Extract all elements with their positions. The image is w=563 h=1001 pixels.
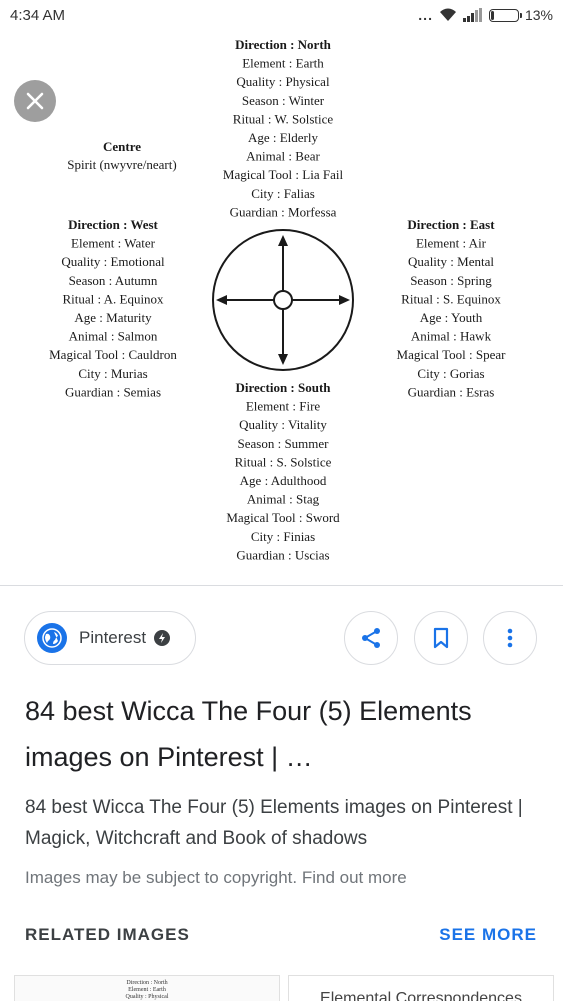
signal-icon (462, 8, 482, 22)
east-line: Element : Air (416, 236, 487, 251)
arrow-east-icon (339, 295, 350, 305)
battery-icon (488, 8, 522, 22)
centre-line: Spirit (nwyvre/neart) (67, 157, 176, 172)
copyright-notice: Images may be subject to copyright. Find… (25, 868, 407, 888)
bookmark-button[interactable] (414, 611, 468, 665)
close-icon (26, 92, 44, 110)
west-line: Quality : Emotional (61, 254, 165, 269)
related-thumbnail[interactable]: Elemental Correspondences (288, 975, 554, 1001)
status-time: 4:34 AM (10, 7, 66, 24)
thumbnail-line: Element : Earth (128, 987, 166, 993)
copyright-text: Images may be subject to copyright. (25, 868, 302, 887)
south-text-block: Direction : South Element : Fire Quality :… (226, 380, 340, 562)
east-line: Season : Spring (410, 273, 492, 288)
thumbnail-line: Direction : North (126, 980, 168, 986)
east-line: Ritual : S. Equinox (401, 291, 501, 306)
south-line: Ritual : S. Solstice (235, 454, 332, 469)
share-icon (362, 628, 380, 648)
elements-diagram: Direction : North Element : Earth Quality … (49, 37, 507, 562)
east-line: Guardian : Esras (408, 384, 495, 399)
amp-lightning-icon (154, 630, 171, 646)
west-line: Guardian : Semias (65, 384, 161, 399)
north-line: Animal : Bear (246, 149, 320, 164)
compass-centre-circle (273, 290, 293, 310)
notification-dots-icon: ... (418, 7, 433, 23)
east-text-block: Direction : East Element : Air Quality : M… (397, 217, 507, 399)
north-line: Magical Tool : Lia Fail (223, 167, 344, 182)
close-button[interactable] (14, 80, 56, 122)
south-line: City : Finias (251, 529, 315, 544)
source-chip-pinterest[interactable]: Pinterest (24, 611, 196, 665)
north-line: Quality : Physical (236, 74, 330, 89)
east-line: Quality : Mental (408, 254, 494, 269)
result-description: 84 best Wicca The Four (5) Elements imag… (25, 797, 523, 849)
north-line: Guardian : Morfessa (230, 204, 337, 219)
east-line: Animal : Hawk (411, 329, 492, 344)
arrow-west-icon (216, 295, 227, 305)
compass-diagram (212, 229, 354, 371)
status-bar: 4:34 AM ... 13% (0, 0, 563, 32)
south-line: Guardian : Uscias (236, 547, 329, 562)
divider (0, 585, 563, 586)
status-icons: ... 13% (418, 7, 553, 23)
east-line: Magical Tool : Spear (397, 347, 507, 362)
north-line: Element : Earth (242, 56, 324, 71)
north-text-block: Direction : North Element : Earth Quality … (223, 37, 344, 219)
south-line: Season : Summer (238, 436, 330, 451)
see-more-link[interactable]: SEE MORE (439, 925, 537, 945)
arrow-north-icon (278, 235, 288, 246)
battery-level (490, 10, 495, 20)
more-vert-icon (507, 628, 513, 648)
related-thumbnail[interactable]: Direction : North Element : Earth Quality … (14, 975, 280, 1001)
source-name: Pinterest (79, 628, 147, 647)
west-line: Age : Maturity (74, 310, 152, 325)
north-line: Season : Winter (242, 93, 325, 108)
east-line: City : Gorias (417, 366, 484, 381)
share-button[interactable] (344, 611, 398, 665)
bookmark-icon (433, 627, 449, 649)
west-line: Element : Water (71, 236, 156, 251)
thumbnail-text: Direction : North Element : Earth Quality … (15, 980, 279, 1001)
centre-line: Centre (103, 139, 141, 154)
south-line: Quality : Vitality (239, 417, 327, 432)
thumbnail-text: Elemental Correspondences (320, 990, 522, 1001)
west-line: City : Murias (78, 366, 147, 381)
west-line: Animal : Salmon (69, 329, 158, 344)
east-line: Age : Youth (420, 310, 483, 325)
result-title[interactable]: 84 best Wicca The Four (5) Elements imag… (25, 688, 545, 780)
north-line: Ritual : W. Solstice (233, 111, 334, 126)
globe-icon (37, 623, 67, 653)
arrow-south-icon (278, 354, 288, 365)
north-line: Direction : North (235, 37, 332, 52)
south-line: Element : Fire (246, 399, 321, 414)
south-line: Animal : Stag (247, 492, 320, 507)
west-line: Direction : West (68, 217, 158, 232)
image-viewer[interactable]: Direction : North Element : Earth Quality … (0, 32, 563, 585)
east-line: Direction : East (407, 217, 495, 232)
west-line: Season : Autumn (69, 273, 158, 288)
south-line: Magical Tool : Sword (226, 510, 340, 525)
related-images-header: RELATED IMAGES (25, 925, 190, 944)
south-line: Age : Adulthood (240, 473, 327, 488)
north-line: Age : Elderly (248, 130, 319, 145)
north-line: City : Falias (251, 186, 315, 201)
wifi-icon (439, 8, 456, 21)
west-text-block: Direction : West Element : Water Quality :… (49, 217, 177, 399)
west-line: Ritual : A. Equinox (62, 291, 164, 306)
south-line: Direction : South (235, 380, 331, 395)
centre-text-block: Centre Spirit (nwyvre/neart) (67, 139, 176, 172)
west-line: Magical Tool : Cauldron (49, 347, 177, 362)
find-out-more-link[interactable]: Find out more (302, 868, 407, 887)
battery-percent: 13% (524, 7, 553, 23)
more-options-button[interactable] (483, 611, 537, 665)
